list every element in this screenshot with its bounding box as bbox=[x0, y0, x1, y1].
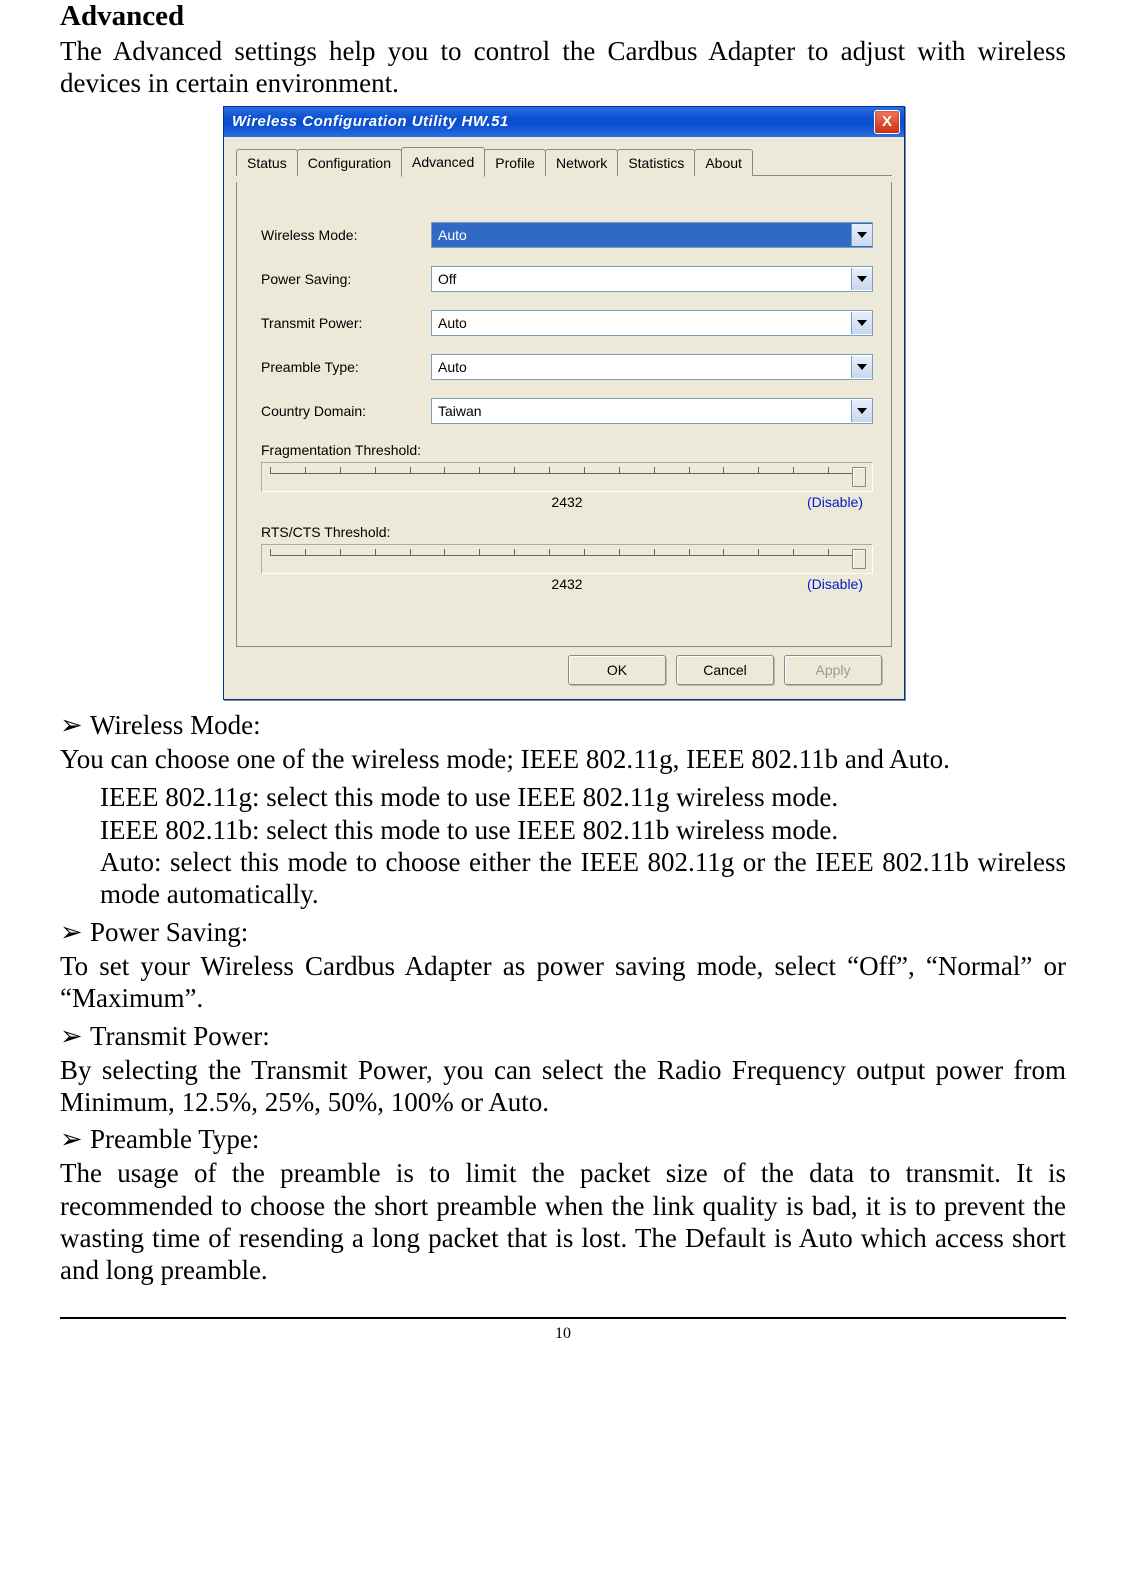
arrow-icon: ➢ bbox=[60, 710, 90, 741]
wm-g: IEEE 802.11g: select this mode to use IE… bbox=[100, 781, 1066, 813]
window-title: Wireless Configuration Utility HW.51 bbox=[228, 113, 509, 130]
tab-network[interactable]: Network bbox=[545, 149, 618, 176]
row-wireless-mode: Wireless Mode: Auto bbox=[261, 222, 873, 248]
frag-readout: 2432 (Disable) bbox=[261, 494, 873, 510]
row-preamble-type: Preamble Type: Auto bbox=[261, 354, 873, 380]
frag-status: (Disable) bbox=[807, 494, 863, 510]
cancel-button[interactable]: Cancel bbox=[676, 655, 774, 685]
label-rts-threshold: RTS/CTS Threshold: bbox=[261, 524, 873, 540]
combo-wireless-mode[interactable]: Auto bbox=[431, 222, 873, 248]
arrow-icon: ➢ bbox=[60, 1021, 90, 1052]
arrow-icon: ➢ bbox=[60, 917, 90, 948]
slider-frag-threshold[interactable] bbox=[261, 462, 873, 492]
close-button[interactable]: X bbox=[874, 110, 900, 134]
preamble-type-body: The usage of the preamble is to limit th… bbox=[60, 1157, 1066, 1287]
combo-country-domain[interactable]: Taiwan bbox=[431, 398, 873, 424]
row-country-domain: Country Domain: Taiwan bbox=[261, 398, 873, 424]
bullet-power-saving: ➢Power Saving: bbox=[60, 917, 1066, 948]
rts-readout: 2432 (Disable) bbox=[261, 576, 873, 592]
tab-statistics[interactable]: Statistics bbox=[617, 149, 695, 176]
label-wireless-mode: Wireless Mode: bbox=[261, 227, 431, 243]
tab-strip: StatusConfigurationAdvancedProfileNetwor… bbox=[236, 147, 892, 176]
combo-transmit-power[interactable]: Auto bbox=[431, 310, 873, 336]
dialog-window: Wireless Configuration Utility HW.51 X S… bbox=[223, 106, 905, 700]
tab-about[interactable]: About bbox=[694, 149, 753, 176]
chevron-down-icon[interactable] bbox=[851, 312, 872, 334]
rts-value: 2432 bbox=[551, 576, 582, 592]
power-saving-body: To set your Wireless Cardbus Adapter as … bbox=[60, 950, 1066, 1015]
title-bar: Wireless Configuration Utility HW.51 X bbox=[224, 107, 904, 137]
chevron-down-icon[interactable] bbox=[851, 400, 872, 422]
slider-thumb[interactable] bbox=[852, 549, 866, 569]
chevron-down-icon[interactable] bbox=[851, 268, 872, 290]
combo-wireless-mode-value: Auto bbox=[432, 227, 851, 243]
label-transmit-power: Transmit Power: bbox=[261, 315, 431, 331]
wm-b: IEEE 802.11b: select this mode to use IE… bbox=[100, 814, 1066, 846]
tab-advanced[interactable]: Advanced bbox=[401, 147, 485, 177]
combo-preamble-type[interactable]: Auto bbox=[431, 354, 873, 380]
tab-configuration[interactable]: Configuration bbox=[297, 149, 402, 176]
chevron-down-icon[interactable] bbox=[851, 356, 872, 378]
bullet-transmit-power: ➢Transmit Power: bbox=[60, 1021, 1066, 1052]
label-power-saving: Power Saving: bbox=[261, 271, 431, 287]
frag-value: 2432 bbox=[551, 494, 582, 510]
bullet-preamble-type: ➢Preamble Type: bbox=[60, 1124, 1066, 1155]
dialog-screenshot: Wireless Configuration Utility HW.51 X S… bbox=[223, 106, 903, 700]
apply-button[interactable]: Apply bbox=[784, 655, 882, 685]
row-power-saving: Power Saving: Off bbox=[261, 266, 873, 292]
page-number: 10 bbox=[60, 1325, 1066, 1343]
combo-transmit-power-value: Auto bbox=[432, 315, 851, 331]
combo-power-saving[interactable]: Off bbox=[431, 266, 873, 292]
combo-country-domain-value: Taiwan bbox=[432, 403, 851, 419]
ok-button[interactable]: OK bbox=[568, 655, 666, 685]
chevron-down-icon[interactable] bbox=[851, 224, 872, 246]
close-icon: X bbox=[882, 113, 892, 130]
tab-profile[interactable]: Profile bbox=[484, 149, 546, 176]
slider-thumb[interactable] bbox=[852, 467, 866, 487]
slider-rts-threshold[interactable] bbox=[261, 544, 873, 574]
label-frag-threshold: Fragmentation Threshold: bbox=[261, 442, 873, 458]
transmit-power-body: By selecting the Transmit Power, you can… bbox=[60, 1054, 1066, 1119]
advanced-panel: Wireless Mode: Auto Power Saving: Off bbox=[236, 182, 892, 647]
tab-status[interactable]: Status bbox=[236, 149, 298, 176]
row-transmit-power: Transmit Power: Auto bbox=[261, 310, 873, 336]
combo-preamble-type-value: Auto bbox=[432, 359, 851, 375]
wm-auto: Auto: select this mode to choose either … bbox=[100, 846, 1066, 911]
label-country-domain: Country Domain: bbox=[261, 403, 431, 419]
combo-power-saving-value: Off bbox=[432, 271, 851, 287]
bullet-wireless-mode: ➢Wireless Mode: bbox=[60, 710, 1066, 741]
page-heading: Advanced bbox=[60, 0, 1066, 33]
button-row: OK Cancel Apply bbox=[236, 647, 892, 685]
footer-rule bbox=[60, 1317, 1066, 1319]
intro-paragraph: The Advanced settings help you to contro… bbox=[60, 35, 1066, 100]
wireless-mode-body: You can choose one of the wireless mode;… bbox=[60, 743, 1066, 775]
arrow-icon: ➢ bbox=[60, 1124, 90, 1155]
rts-status: (Disable) bbox=[807, 576, 863, 592]
label-preamble-type: Preamble Type: bbox=[261, 359, 431, 375]
